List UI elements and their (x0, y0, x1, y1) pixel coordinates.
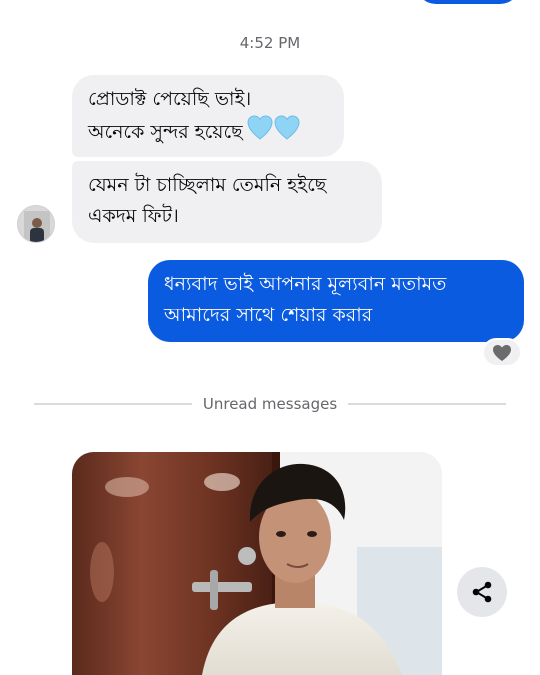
photo-attachment[interactable] (72, 452, 442, 675)
divider-line (348, 403, 507, 405)
light-blue-hearts-emoji-icon (247, 115, 300, 140)
message-text: ধন্যবাদ ভাই আপনার মূল্যবান মতামত আমাদের … (164, 273, 447, 326)
incoming-message-bubble[interactable]: প্রোডাক্ট পেয়েছি ভাই। অনেকে সুন্দর হয়ে… (72, 75, 344, 157)
incoming-message-bubble[interactable]: যেমন টা চাচ্ছিলাম তেমনি হইছে একদম ফিট। (72, 161, 382, 243)
message-text: যেমন টা চাচ্ছিলাম তেমনি হইছে একদম ফিট। (88, 174, 327, 227)
grey-heart-icon (493, 344, 511, 361)
photo-image (72, 452, 442, 675)
unread-messages-label: Unread messages (202, 395, 338, 413)
share-button[interactable] (457, 567, 507, 617)
previous-outgoing-bubble[interactable] (416, 0, 520, 4)
message-reaction[interactable] (482, 338, 522, 367)
share-icon (472, 581, 492, 603)
divider-line (34, 403, 192, 405)
message-text: প্রোডাক্ট পেয়েছি ভাই। অনেকে সুন্দর হয়ে… (88, 88, 252, 143)
avatar-image (18, 206, 54, 242)
unread-divider: Unread messages (34, 394, 507, 414)
outgoing-message-bubble[interactable]: ধন্যবাদ ভাই আপনার মূল্যবান মতামত আমাদের … (148, 260, 524, 342)
message-timestamp: 4:52 PM (239, 34, 301, 52)
sender-avatar[interactable] (17, 205, 55, 243)
